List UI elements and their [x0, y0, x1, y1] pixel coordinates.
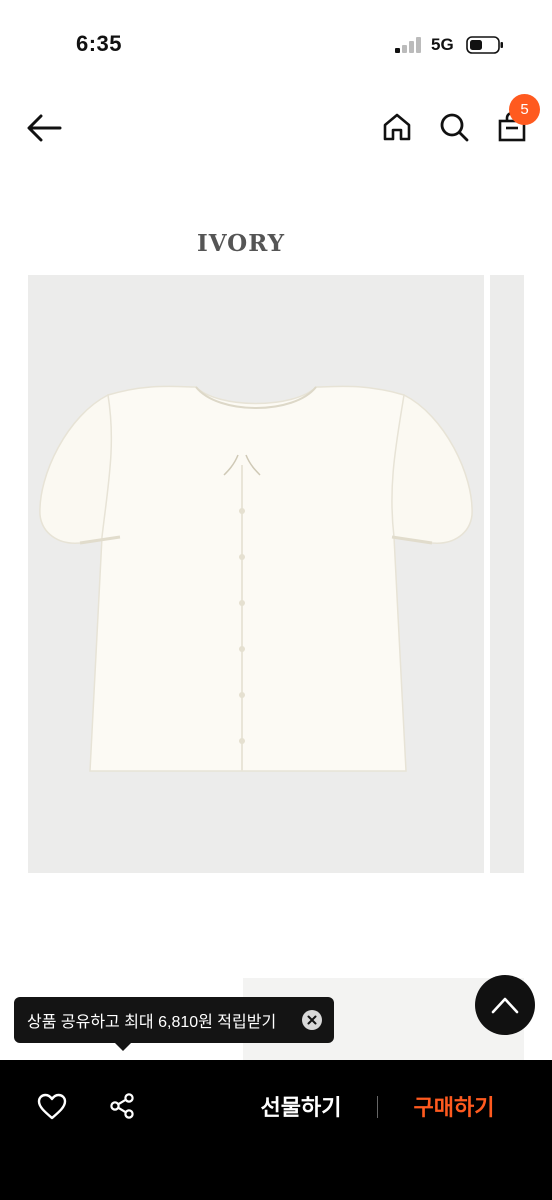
product-image[interactable] — [28, 275, 484, 873]
cart-count-badge: 5 — [509, 94, 540, 125]
arrow-left-icon — [27, 114, 62, 142]
status-bar: 6:35 5G — [0, 0, 552, 90]
gift-button[interactable]: 선물하기 — [236, 1084, 366, 1128]
buy-button[interactable]: 구매하기 — [392, 1084, 516, 1128]
share-button[interactable] — [104, 1088, 140, 1124]
search-icon — [440, 113, 469, 142]
bottom-action-bar: 선물하기 구매하기 — [0, 1060, 552, 1200]
color-label: IVORY — [196, 230, 286, 257]
button-divider — [377, 1096, 378, 1118]
status-time: 6:35 — [76, 31, 123, 56]
heart-icon — [37, 1093, 67, 1119]
network-label: 5G — [431, 35, 454, 54]
home-icon — [383, 113, 411, 141]
like-button[interactable] — [34, 1088, 70, 1124]
scroll-top-button[interactable] — [475, 975, 535, 1035]
tooltip-text: 상품 공유하고 최대 6,810원 적립받기 — [27, 1014, 277, 1031]
back-button[interactable] — [22, 108, 66, 148]
search-button[interactable] — [433, 106, 475, 148]
top-navigation — [0, 90, 552, 165]
signal-icon — [395, 37, 421, 53]
close-icon — [307, 1015, 317, 1025]
chevron-up-icon — [491, 997, 519, 1014]
home-button[interactable] — [376, 106, 418, 148]
blouse-illustration — [39, 385, 473, 772]
share-reward-tooltip: 상품 공유하고 최대 6,810원 적립받기 — [14, 997, 334, 1043]
tooltip-arrow — [114, 1042, 132, 1051]
share-icon — [110, 1093, 134, 1119]
tooltip-close-button[interactable] — [302, 1010, 322, 1030]
next-image-peek[interactable] — [490, 275, 524, 873]
battery-icon — [466, 36, 503, 54]
